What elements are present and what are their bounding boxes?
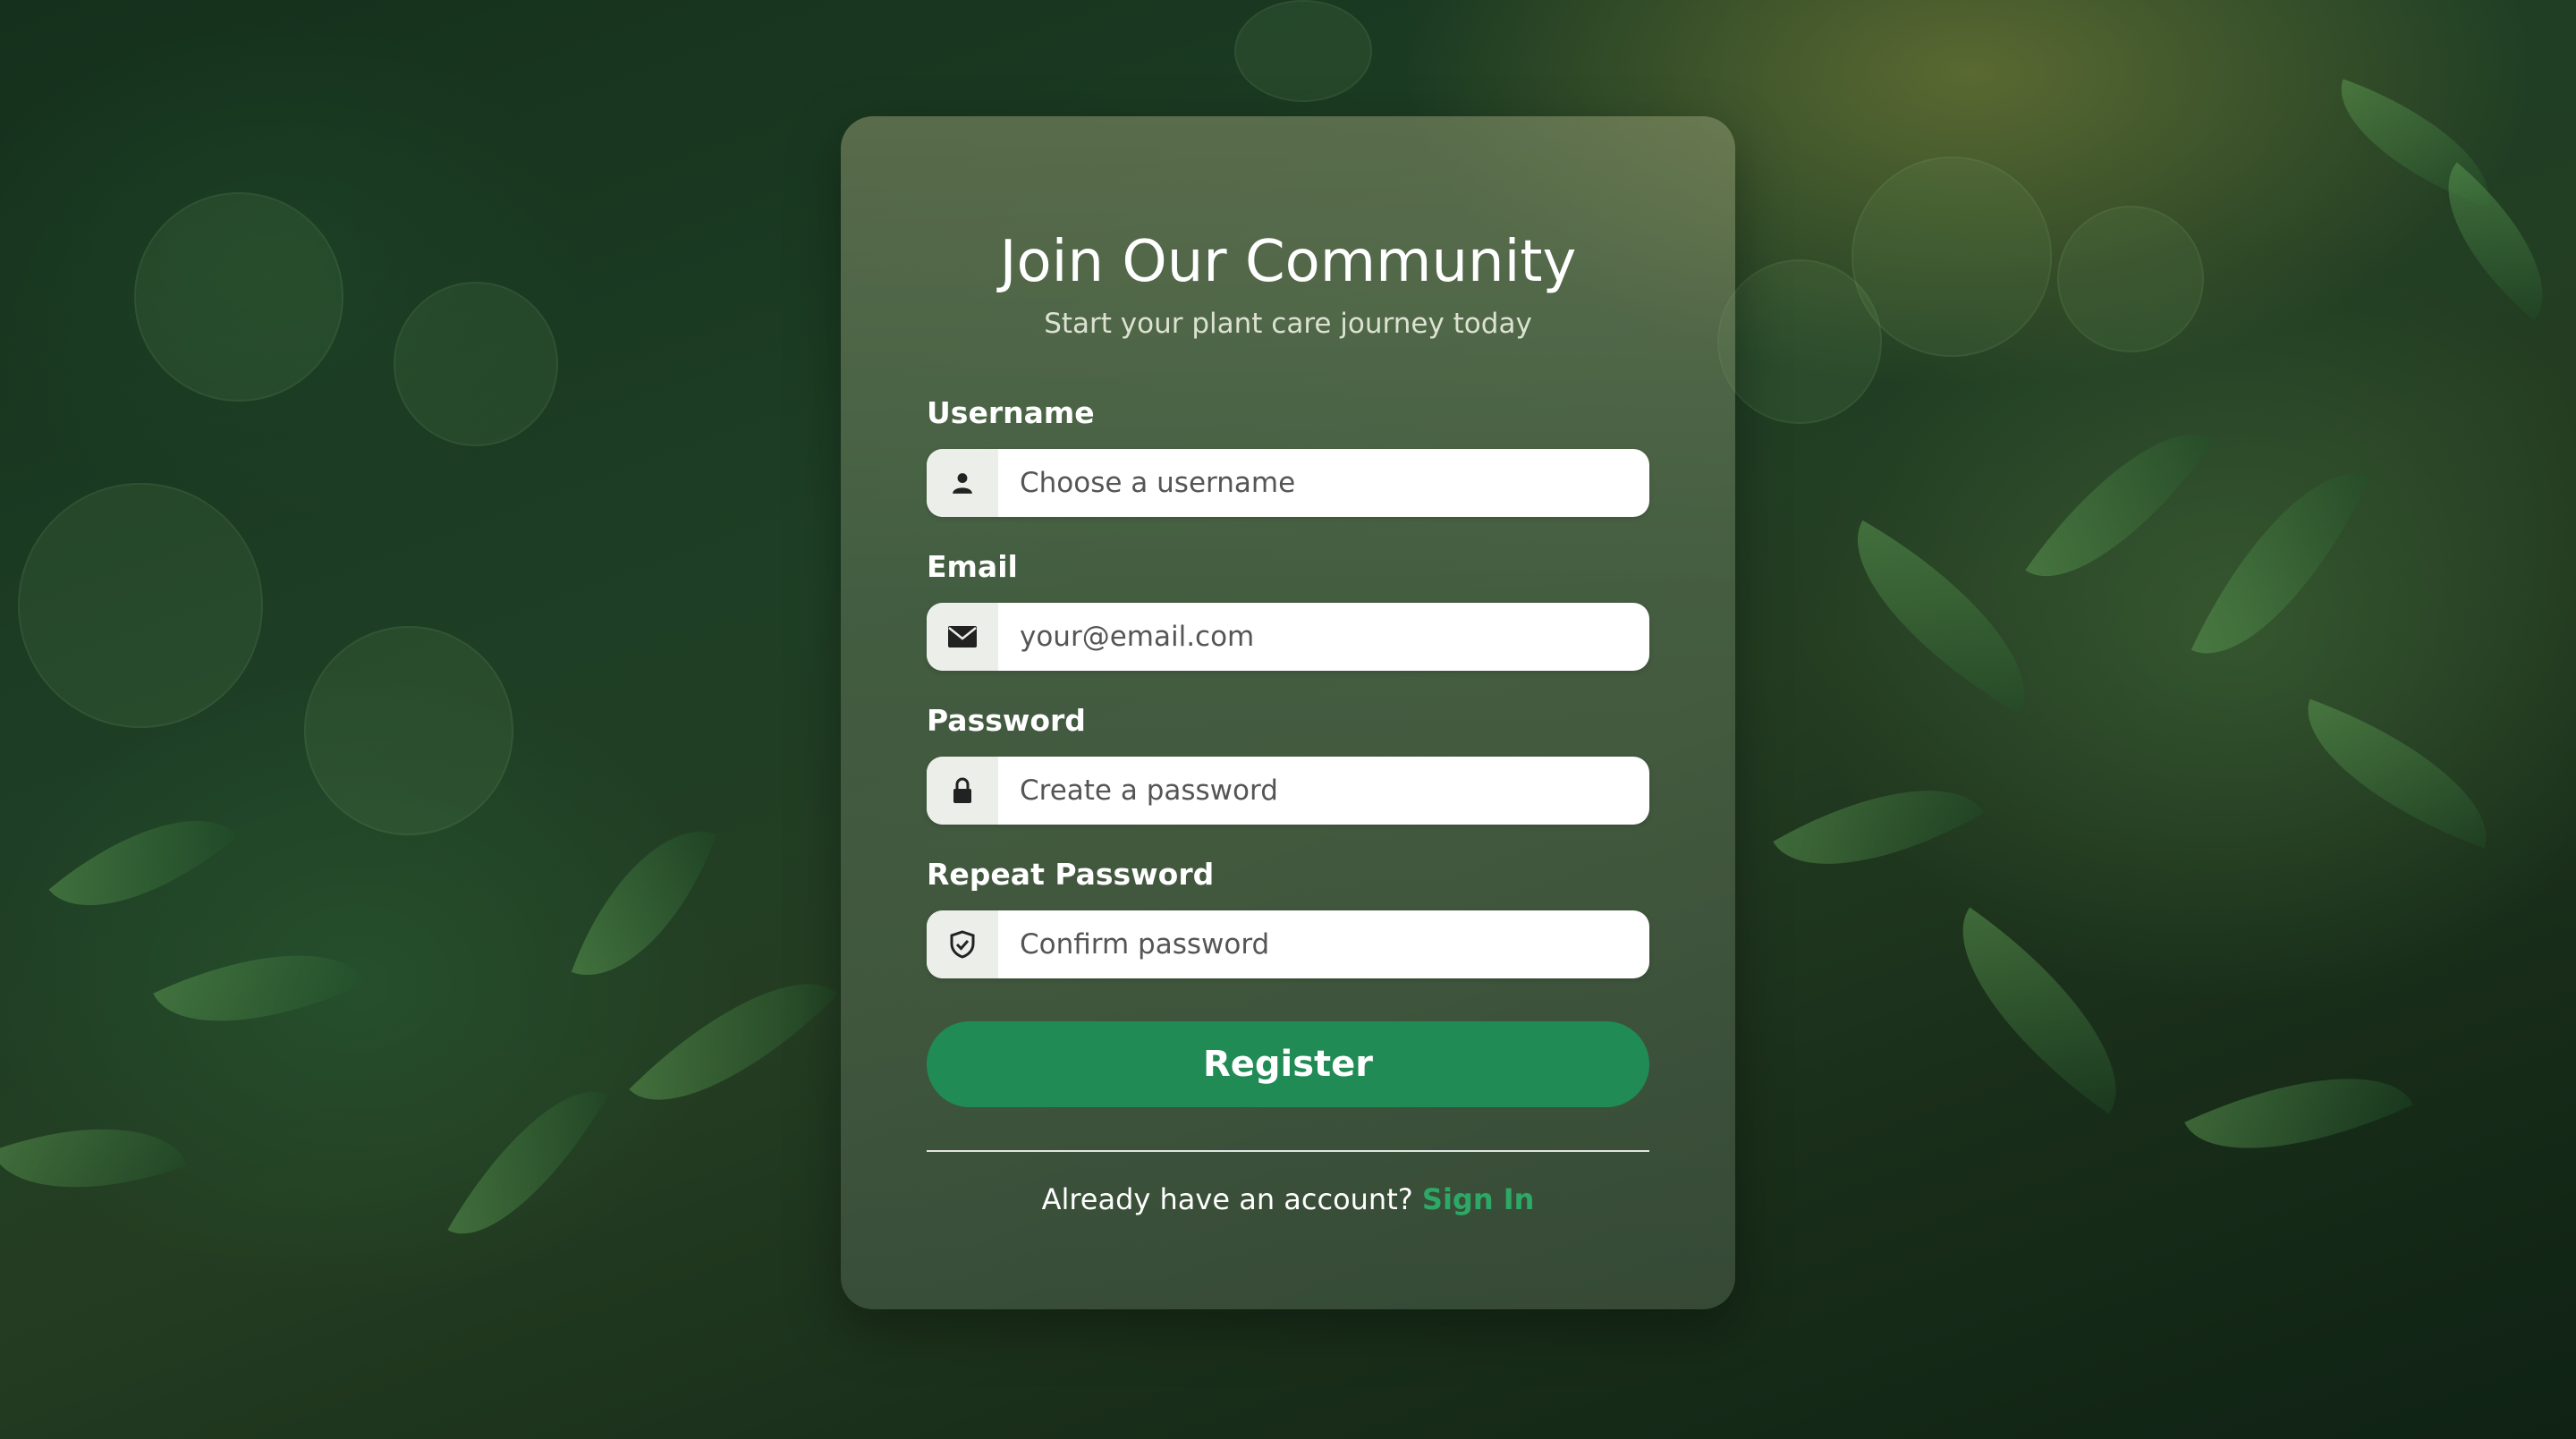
signin-prompt: Already have an account? Sign In bbox=[841, 1182, 1735, 1216]
email-field-wrapper bbox=[927, 603, 1649, 671]
page-subtitle: Start your plant care journey today bbox=[1044, 308, 1532, 340]
registration-card: Join Our Community Start your plant care… bbox=[841, 116, 1735, 1309]
divider bbox=[927, 1150, 1649, 1152]
repeat-password-field-wrapper bbox=[927, 910, 1649, 978]
leaf-shape bbox=[48, 775, 238, 952]
bokeh-light bbox=[1717, 259, 1882, 424]
leaf-shape bbox=[2411, 162, 2576, 321]
leaf-shape bbox=[1818, 520, 2064, 715]
register-button[interactable]: Register bbox=[927, 1021, 1649, 1107]
password-field-wrapper bbox=[927, 757, 1649, 825]
leaf-shape bbox=[1773, 743, 1984, 911]
repeat-password-input[interactable] bbox=[998, 910, 1646, 978]
bokeh-light bbox=[1852, 157, 2052, 357]
leaf-shape bbox=[447, 1059, 608, 1266]
leaf-shape bbox=[629, 937, 838, 1147]
user-icon bbox=[927, 449, 998, 517]
page-title: Join Our Community bbox=[999, 229, 1577, 295]
lock-icon bbox=[927, 757, 998, 825]
leaf-shape bbox=[153, 910, 366, 1067]
leaf-shape bbox=[2184, 1031, 2413, 1196]
signin-prompt-text: Already have an account? bbox=[1041, 1182, 1413, 1216]
username-field-wrapper bbox=[927, 449, 1649, 517]
leaf-shape bbox=[1918, 907, 2161, 1114]
envelope-icon bbox=[927, 603, 998, 671]
leaf-shape bbox=[0, 1089, 188, 1227]
bokeh-light bbox=[1234, 0, 1372, 102]
signin-link[interactable]: Sign In bbox=[1422, 1182, 1535, 1216]
email-label: Email bbox=[927, 549, 1018, 584]
bokeh-light bbox=[2057, 206, 2204, 352]
leaf-shape bbox=[2190, 439, 2371, 688]
bokeh-light bbox=[394, 282, 558, 446]
email-input[interactable] bbox=[998, 603, 1646, 671]
password-label: Password bbox=[927, 703, 1086, 738]
leaf-shape bbox=[571, 803, 717, 1003]
username-label: Username bbox=[927, 395, 1095, 430]
password-input[interactable] bbox=[998, 757, 1646, 825]
repeat-password-label: Repeat Password bbox=[927, 857, 1215, 892]
bokeh-light bbox=[18, 483, 263, 728]
username-input[interactable] bbox=[998, 449, 1646, 517]
shield-check-icon bbox=[927, 910, 998, 978]
leaf-shape bbox=[2025, 394, 2215, 617]
bokeh-light bbox=[134, 192, 343, 402]
bokeh-light bbox=[304, 626, 513, 835]
leaf-shape bbox=[2282, 698, 2512, 849]
